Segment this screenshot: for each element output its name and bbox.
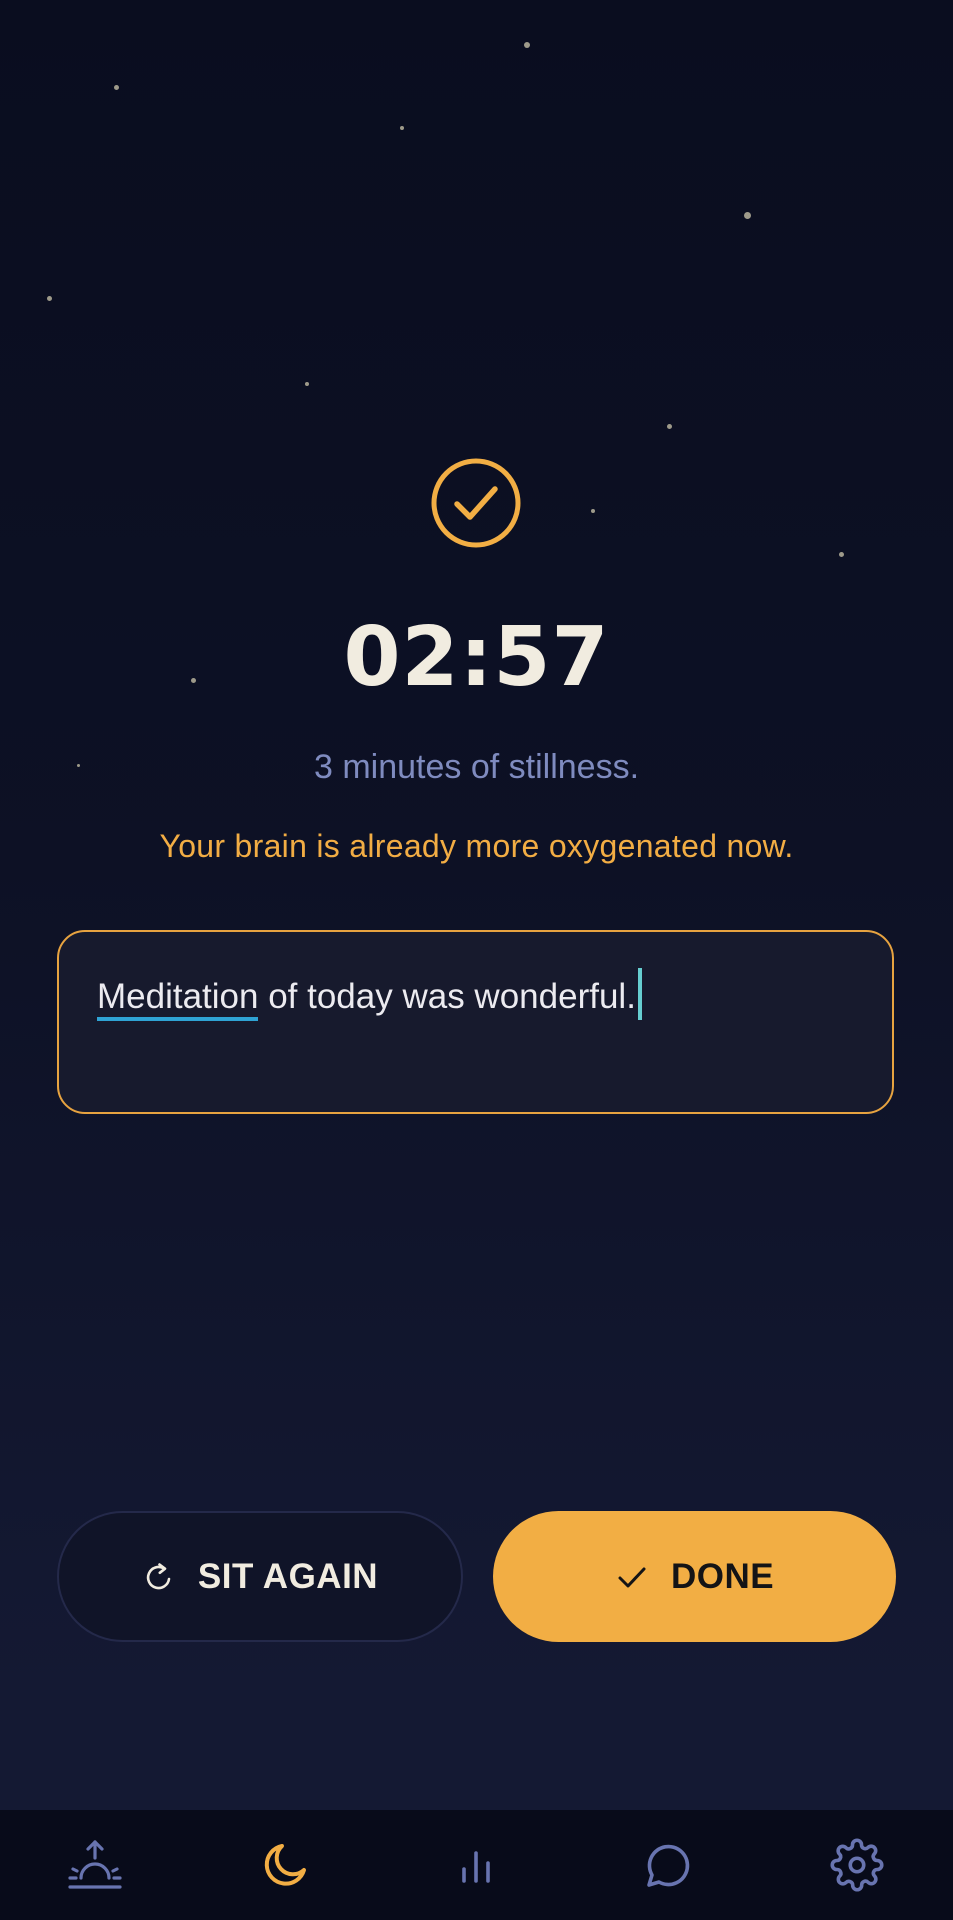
star xyxy=(47,296,52,301)
nav-item-stats[interactable] xyxy=(441,1830,511,1900)
star xyxy=(744,212,751,219)
session-subtitle: 3 minutes of stillness. xyxy=(313,748,640,786)
star xyxy=(591,509,595,513)
sunrise-icon xyxy=(68,1840,122,1889)
star xyxy=(667,424,672,429)
done-button[interactable]: DONE xyxy=(493,1511,896,1642)
star xyxy=(114,85,119,90)
nav-item-chat[interactable] xyxy=(632,1830,702,1900)
star xyxy=(305,382,309,386)
star xyxy=(839,552,844,557)
moon-icon xyxy=(264,1844,306,1886)
session-insight: Your brain is already more oxygenated no… xyxy=(159,828,794,864)
session-timer: 02:57 xyxy=(343,610,610,705)
spellcheck-word[interactable]: Meditation xyxy=(97,977,259,1021)
check-circle-icon xyxy=(430,457,522,549)
nav-item-settings[interactable] xyxy=(822,1830,892,1900)
reflection-note-text[interactable]: Meditation of today was wonderful. xyxy=(97,968,642,1021)
refresh-icon xyxy=(146,1562,171,1589)
reflection-note-field[interactable]: Meditation of today was wonderful. xyxy=(57,930,894,1114)
nav-item-sunrise[interactable] xyxy=(60,1830,130,1900)
chat-bubble-icon xyxy=(647,1844,690,1887)
gear-icon xyxy=(830,1838,884,1892)
sit-again-button[interactable]: SIT AGAIN xyxy=(57,1511,463,1642)
bottom-nav xyxy=(0,1810,953,1920)
star xyxy=(400,126,404,130)
checkmark-icon xyxy=(618,1567,646,1587)
star xyxy=(524,42,530,48)
bar-chart-icon xyxy=(462,1851,490,1883)
sit-again-label: SIT AGAIN xyxy=(197,1556,379,1596)
done-label: DONE xyxy=(670,1556,775,1596)
text-caret xyxy=(637,968,642,1020)
note-rest-text: of today was wonderful. xyxy=(258,977,636,1016)
nav-item-moon[interactable] xyxy=(251,1830,321,1900)
